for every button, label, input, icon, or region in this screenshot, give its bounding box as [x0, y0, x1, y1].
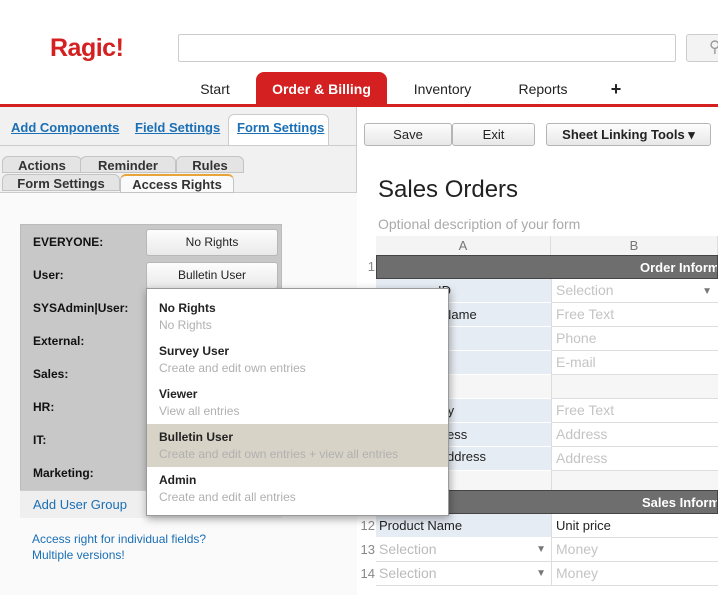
- tab-add-components[interactable]: Add Components: [11, 120, 119, 135]
- multiple-versions-link[interactable]: Multiple versions!: [32, 548, 125, 562]
- nav-tab-reports[interactable]: Reports: [500, 72, 586, 106]
- field-type-cell[interactable]: E-mail: [551, 351, 718, 375]
- option-title: Viewer: [159, 387, 198, 401]
- group-label-sysadmin: SYSAdmin|User:: [33, 301, 129, 315]
- nav-tab-inventory[interactable]: Inventory: [395, 72, 490, 106]
- row-number: 12: [360, 518, 375, 533]
- group-label-it: IT:: [33, 433, 47, 447]
- group-label-user: User:: [33, 268, 64, 282]
- column-header-b[interactable]: B: [551, 236, 718, 255]
- search-icon: ⚲: [709, 39, 718, 56]
- option-bulletin-user[interactable]: Bulletin User Create and edit own entrie…: [147, 424, 448, 467]
- row-number: 1: [367, 259, 375, 274]
- subtab-rules[interactable]: Rules: [176, 156, 244, 173]
- group-label-hr: HR:: [33, 400, 55, 414]
- section-header-order-label: Order Information: [640, 260, 717, 275]
- row-number: 13: [360, 542, 375, 557]
- chevron-down-icon: ▼: [702, 286, 712, 297]
- group-label-sales: Sales:: [33, 367, 69, 381]
- subtab-actions[interactable]: Actions: [2, 156, 82, 173]
- group-label-marketing: Marketing:: [33, 466, 94, 480]
- nav-tab-order-billing[interactable]: Order & Billing: [256, 72, 387, 106]
- tab-form-settings[interactable]: Form Settings: [237, 120, 324, 135]
- option-title: Survey User: [159, 344, 230, 358]
- option-desc: Create and edit own entries + view all e…: [159, 447, 399, 461]
- chevron-down-icon: ▼: [536, 544, 546, 555]
- sheet-linking-tools-button[interactable]: Sheet Linking Tools ▾: [546, 123, 711, 146]
- field-type-cell[interactable]: Money: [551, 562, 718, 586]
- field-label-cell[interactable]: Product Name: [376, 514, 551, 538]
- access-select-user[interactable]: Bulletin User: [146, 262, 278, 289]
- option-desc: Create and edit all entries: [159, 490, 296, 504]
- subtab-reminder[interactable]: Reminder: [80, 156, 176, 173]
- field-type-selection: Selection: [379, 565, 437, 581]
- option-desc: View all entries: [159, 404, 240, 418]
- field-type-cell[interactable]: Free Text: [551, 399, 718, 423]
- field-label-address: ess: [447, 427, 468, 442]
- field-access-link[interactable]: Access right for individual fields?: [32, 532, 206, 546]
- option-desc: Create and edit own entries: [159, 361, 306, 375]
- nav-tab-start[interactable]: Start: [176, 72, 254, 106]
- section-header-sales-label: Sales Information: [642, 495, 717, 510]
- tab-field-settings[interactable]: Field Settings: [135, 120, 220, 135]
- add-user-group-link[interactable]: Add User Group: [33, 497, 127, 512]
- field-type-cell[interactable]: Phone: [551, 327, 718, 351]
- field-type-cell[interactable]: Address: [551, 423, 718, 447]
- field-label-product-name: Product Name: [379, 518, 463, 533]
- access-select-everyone[interactable]: No Rights: [146, 229, 278, 256]
- access-rights-dropdown: No Rights No Rights Survey User Create a…: [146, 288, 449, 516]
- exit-button[interactable]: Exit: [452, 123, 535, 146]
- search-input[interactable]: [178, 34, 676, 62]
- field-type-selection: Selection: [379, 541, 437, 557]
- option-no-rights[interactable]: No Rights No Rights: [147, 295, 448, 338]
- field-type-cell[interactable]: Selection ▼: [551, 279, 718, 303]
- option-desc: No Rights: [159, 318, 212, 332]
- design-tabs-divider: [0, 145, 357, 146]
- section-header-order[interactable]: Order Information: [376, 255, 718, 279]
- option-title: No Rights: [159, 301, 216, 315]
- field-type-cell[interactable]: Selection ▼: [376, 538, 551, 562]
- option-admin[interactable]: Admin Create and edit all entries: [147, 467, 448, 510]
- sheet-description[interactable]: Optional description of your form: [378, 216, 580, 232]
- save-button[interactable]: Save: [364, 123, 452, 146]
- field-type-cell[interactable]: Address: [551, 447, 718, 471]
- option-survey-user[interactable]: Survey User Create and edit own entries: [147, 338, 448, 381]
- app-logo[interactable]: Ragic!: [50, 34, 124, 63]
- subtab-form-settings[interactable]: Form Settings: [2, 174, 120, 191]
- column-header-a[interactable]: A: [376, 236, 551, 255]
- add-tab-button[interactable]: +: [600, 72, 632, 106]
- field-type-cell[interactable]: Money: [551, 538, 718, 562]
- row-number: 14: [360, 566, 375, 581]
- field-label-unit-price[interactable]: Unit price: [551, 514, 718, 538]
- option-title: Bulletin User: [159, 430, 234, 444]
- option-title: Admin: [159, 473, 197, 487]
- subtab-access-rights[interactable]: Access Rights: [120, 174, 234, 193]
- field-type-cell[interactable]: Free Text: [551, 303, 718, 327]
- search-button[interactable]: ⚲: [686, 34, 718, 62]
- field-type-selection: Selection: [556, 282, 614, 298]
- field-type-cell[interactable]: [551, 375, 718, 399]
- group-label-everyone: EVERYONE:: [33, 235, 104, 249]
- group-label-external: External:: [33, 334, 85, 348]
- option-viewer[interactable]: Viewer View all entries: [147, 381, 448, 424]
- field-label-address-2: ddress: [447, 449, 487, 464]
- chevron-down-icon: ▼: [536, 568, 546, 579]
- field-type-cell[interactable]: Selection ▼: [376, 562, 551, 586]
- sheet-title[interactable]: Sales Orders: [378, 176, 518, 204]
